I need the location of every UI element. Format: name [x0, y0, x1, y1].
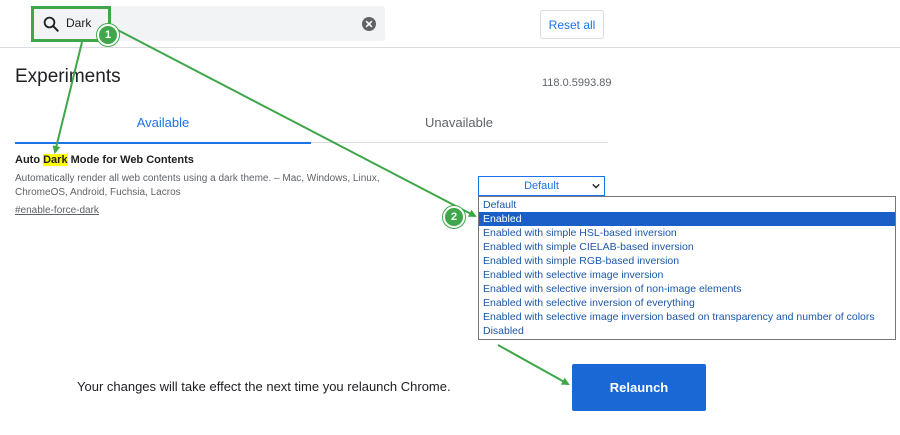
relaunch-message: Your changes will take effect the next t… [77, 379, 451, 394]
arrow-to-relaunch-button [497, 344, 570, 385]
tab-unavailable-label: Unavailable [425, 115, 493, 130]
tab-available[interactable]: Available [15, 105, 311, 144]
page-title: Experiments [15, 66, 121, 87]
experiment-title: Auto Dark Mode for Web Contents [15, 154, 435, 166]
relaunch-button[interactable]: Relaunch [572, 364, 706, 411]
tab-available-label: Available [136, 115, 190, 130]
tab-bar: Available Unavailable [15, 105, 608, 144]
option-selective-image-inversion[interactable]: Enabled with selective image inversion [479, 268, 895, 282]
version-label: 118.0.5993.89 [542, 77, 612, 89]
option-disabled[interactable]: Disabled [479, 324, 895, 338]
option-non-image-inversion[interactable]: Enabled with selective inversion of non-… [479, 282, 895, 296]
experiment-description: Automatically render all web contents us… [15, 173, 380, 198]
reset-all-button[interactable]: Reset all [540, 10, 604, 39]
select-value: Default [524, 180, 559, 192]
option-inversion-everything[interactable]: Enabled with selective inversion of ever… [479, 296, 895, 310]
option-cielab-inversion[interactable]: Enabled with simple CIELAB-based inversi… [479, 240, 895, 254]
experiment-title-prefix: Auto [15, 154, 44, 166]
chevron-down-icon [592, 183, 600, 189]
option-transparency-inversion[interactable]: Enabled with selective image inversion b… [479, 310, 895, 324]
experiment-permalink[interactable]: #enable-force-dark [15, 205, 99, 216]
option-rgb-inversion[interactable]: Enabled with simple RGB-based inversion [479, 254, 895, 268]
clear-search-icon[interactable] [362, 17, 376, 31]
experiment-select[interactable]: Default [478, 176, 605, 196]
step-2-badge: 2 [443, 206, 465, 228]
search-highlight: Dark [43, 154, 68, 166]
option-default[interactable]: Default [479, 198, 895, 212]
experiment-item: Auto Dark Mode for Web Contents Automati… [15, 154, 435, 218]
top-bar: Dark Reset all [0, 0, 900, 48]
active-tab-indicator [15, 142, 311, 144]
tab-unavailable[interactable]: Unavailable [311, 105, 607, 143]
option-enabled[interactable]: Enabled [479, 212, 895, 226]
select-dropdown-list: Default Enabled Enabled with simple HSL-… [478, 196, 896, 340]
step-1-badge: 1 [97, 24, 119, 46]
option-hsl-inversion[interactable]: Enabled with simple HSL-based inversion [479, 226, 895, 240]
experiment-title-suffix: Mode for Web Contents [67, 154, 194, 166]
